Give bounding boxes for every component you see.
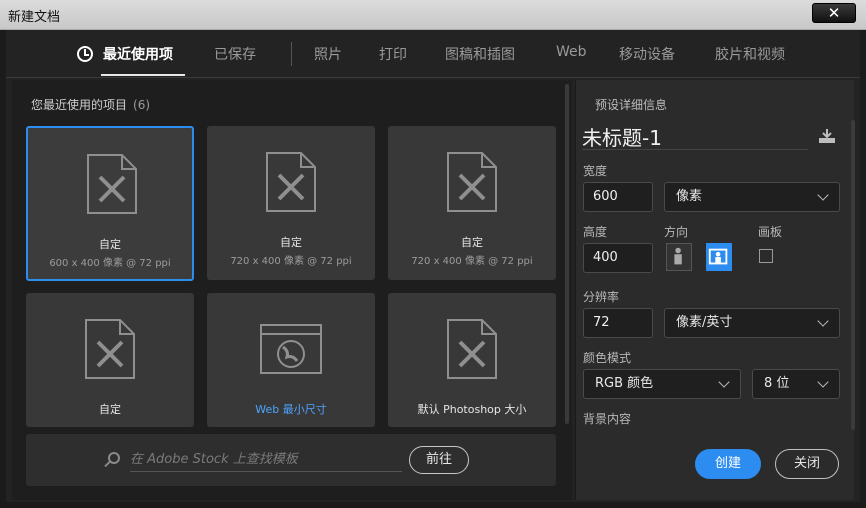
preset-details-title: 预设详细信息 [595, 98, 668, 112]
resolution-input[interactable]: 72 [583, 308, 653, 338]
chevron-down-icon [718, 376, 730, 388]
recent-item-name: 自定 [99, 403, 121, 416]
width-label: 宽度 [583, 164, 608, 178]
resolution-unit-select[interactable]: 像素/英寸 [664, 308, 840, 338]
recent-item-spec: 600 x 400 像素 @ 72 ppi [49, 258, 171, 269]
color-mode-value: RGB 颜色 [595, 376, 654, 391]
document-ruler-pencil-icon [266, 152, 316, 212]
portrait-orientation-button[interactable] [666, 243, 692, 271]
artboard-checkbox[interactable] [759, 249, 773, 263]
recent-item-spec: 720 x 400 像素 @ 72 ppi [230, 256, 352, 267]
search-icon [108, 452, 120, 464]
window-close-button[interactable]: ✕ [812, 3, 856, 23]
browser-globe-icon [260, 324, 322, 374]
window-title: 新建文档 [8, 10, 61, 25]
recent-item-spec: 720 x 400 像素 @ 72 ppi [411, 256, 533, 267]
recent-item-card[interactable]: Web 最小尺寸 [207, 293, 375, 427]
width-unit-value: 像素 [676, 189, 703, 204]
stock-go-button[interactable]: 前往 [409, 446, 469, 474]
tab-film-video[interactable]: 胶片和视频 [715, 44, 785, 64]
recent-item-name: 自定 [280, 236, 302, 249]
landscape-orientation-button[interactable] [706, 243, 732, 271]
recent-item-card[interactable]: 自定 720 x 400 像素 @ 72 ppi [207, 126, 375, 280]
recent-items-count: (6) [133, 98, 151, 112]
chevron-down-icon [817, 376, 829, 388]
height-label: 高度 [583, 225, 608, 239]
document-ruler-pencil-icon [447, 319, 497, 379]
recent-item-card[interactable]: 自定 [26, 293, 194, 427]
stock-search-input[interactable] [130, 448, 402, 472]
document-ruler-pencil-icon [447, 152, 497, 212]
bit-depth-select[interactable]: 8 位 [752, 369, 840, 399]
save-preset-icon[interactable] [818, 128, 836, 144]
tab-mobile[interactable]: 移动设备 [619, 44, 675, 64]
recent-items-title: 您最近使用的项目 [31, 98, 128, 112]
resolution-unit-value: 像素/英寸 [676, 315, 733, 330]
tab-print[interactable]: 打印 [379, 44, 407, 64]
height-input[interactable]: 400 [583, 243, 653, 273]
close-button[interactable]: 关闭 [775, 449, 839, 479]
tab-saved[interactable]: 已保存 [214, 44, 256, 64]
document-ruler-pencil-icon [85, 319, 135, 379]
recent-items-heading: 您最近使用的项目 (6) [31, 96, 150, 113]
document-ruler-pencil-icon [87, 154, 137, 214]
tab-web[interactable]: Web [556, 44, 587, 60]
tab-divider [291, 42, 292, 66]
tab-photo[interactable]: 照片 [314, 44, 342, 64]
landscape-icon [708, 248, 728, 265]
bit-depth-value: 8 位 [764, 376, 790, 391]
active-tab-indicator [101, 74, 185, 76]
recent-item-card[interactable]: 自定 720 x 400 像素 @ 72 ppi [388, 126, 556, 280]
resolution-label: 分辨率 [583, 290, 620, 304]
preset-panel-scrollbar[interactable] [851, 120, 855, 430]
document-name-field[interactable]: 未标题-1 [582, 122, 808, 150]
window-titlebar: 新建文档 ✕ [0, 0, 866, 30]
portrait-icon [674, 247, 682, 265]
chevron-down-icon [817, 315, 829, 327]
orientation-label: 方向 [664, 225, 689, 239]
background-contents-label: 背景内容 [583, 412, 632, 426]
recent-item-name: 自定 [461, 236, 483, 249]
color-mode-label: 颜色模式 [583, 351, 632, 365]
color-mode-select[interactable]: RGB 颜色 [583, 369, 741, 399]
chevron-down-icon [817, 189, 829, 201]
recent-item-name: Web 最小尺寸 [255, 403, 327, 416]
recent-item-name: 自定 [99, 238, 121, 251]
create-button[interactable]: 创建 [695, 449, 761, 479]
recent-item-card[interactable]: 自定 600 x 400 像素 @ 72 ppi [26, 126, 194, 281]
artboard-label: 画板 [758, 225, 783, 239]
recent-items-scrollbar[interactable] [565, 84, 569, 424]
recent-item-card[interactable]: 默认 Photoshop 大小 [388, 293, 556, 427]
category-tabs: 最近使用项 已保存 照片 打印 图稿和插图 Web 移动设备 胶片和视频 [6, 30, 860, 78]
width-input[interactable]: 600 [583, 182, 653, 212]
clock-icon [77, 46, 93, 62]
recent-item-name: 默认 Photoshop 大小 [417, 403, 527, 416]
width-unit-select[interactable]: 像素 [664, 182, 840, 212]
tab-art-illustration[interactable]: 图稿和插图 [445, 44, 515, 64]
tab-recent[interactable]: 最近使用项 [103, 44, 173, 64]
stock-search-bar: 前往 [26, 434, 556, 486]
